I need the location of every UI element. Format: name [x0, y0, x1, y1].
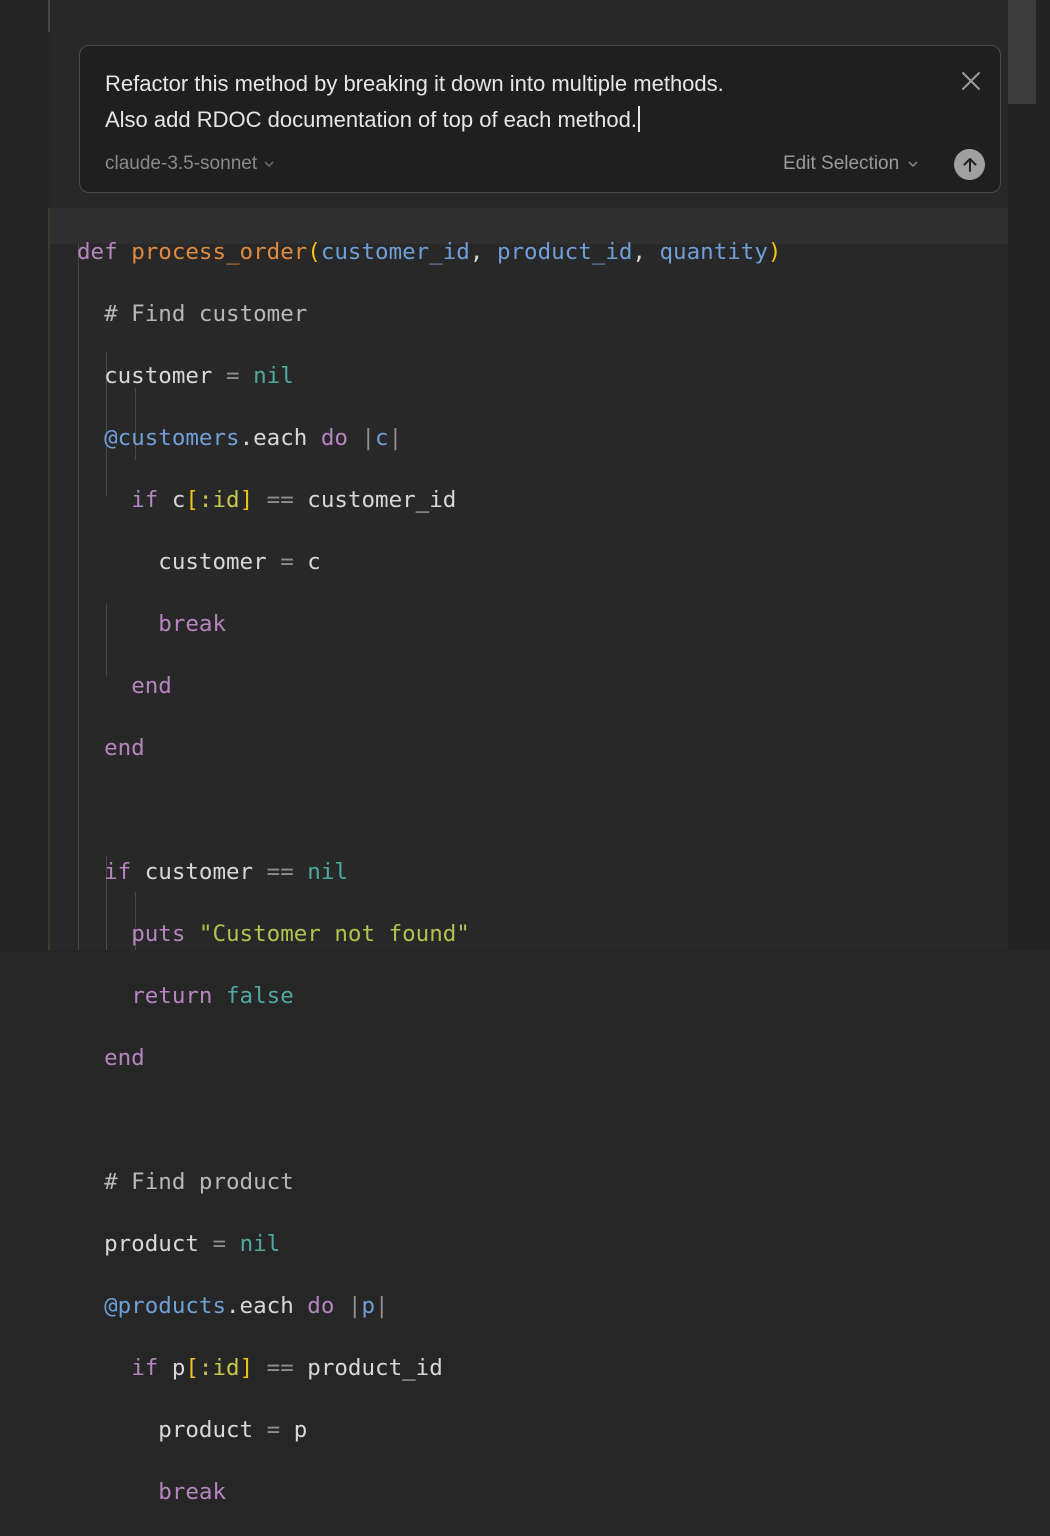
operator: == — [266, 487, 294, 513]
code-line: end — [77, 1040, 781, 1076]
variable: customer — [158, 549, 267, 575]
constant: nil — [239, 1231, 281, 1257]
code-line: customer = c — [77, 544, 781, 580]
arrow-up-icon — [963, 157, 976, 172]
instance-variable: @products — [104, 1293, 227, 1319]
operator: = — [266, 1417, 281, 1443]
operator: = — [226, 363, 240, 389]
symbol: :id — [198, 487, 240, 513]
prompt-line: Also add RDOC documentation of top of ea… — [105, 107, 637, 132]
variable: p — [171, 1355, 186, 1381]
keyword: return — [131, 983, 213, 1009]
string-literal: "Customer not found" — [198, 921, 470, 947]
model-label: claude-3.5-sonnet — [105, 153, 258, 174]
block-param: p — [361, 1293, 376, 1319]
paren: ) — [767, 239, 782, 265]
line-gutter — [0, 0, 48, 950]
prompt-line-with-caret: Also add RDOC documentation of top of ea… — [105, 102, 925, 138]
variable: customer_id — [307, 487, 457, 513]
comment: # Find product — [104, 1169, 294, 1195]
method-call: .each — [239, 425, 308, 451]
code-line: end — [77, 668, 781, 704]
variable: p — [293, 1417, 308, 1443]
variable: c — [171, 487, 186, 513]
code-line: end — [77, 730, 781, 766]
prompt-line: Refactor this method by breaking it down… — [105, 71, 724, 96]
constant: nil — [307, 859, 348, 885]
code-line: if p[:id] == product_id — [131, 1355, 443, 1381]
keyword: break — [158, 1479, 227, 1505]
variable: customer — [144, 859, 254, 885]
code-line: puts "Customer not found" — [77, 916, 781, 952]
selection-indicator — [48, 208, 50, 950]
scrollbar-track[interactable] — [1008, 0, 1050, 950]
edit-mode-label: Edit Selection — [783, 153, 900, 174]
code-line: # Find customer — [77, 296, 781, 332]
block-param: c — [375, 425, 389, 451]
code-line: @customers.each do |c| — [104, 425, 403, 451]
code-line: # Find product — [77, 1164, 781, 1200]
keyword: end — [104, 735, 145, 761]
chevron-down-icon — [264, 161, 274, 168]
code-line: break — [77, 1474, 781, 1510]
inline-edit-prompt[interactable]: Refactor this method by breaking it down… — [79, 45, 1001, 193]
keyword: puts — [131, 921, 186, 947]
chevron-down-icon — [908, 161, 918, 168]
param: customer_id — [320, 239, 470, 265]
operator: == — [266, 859, 294, 885]
keyword: end — [131, 673, 172, 699]
model-selector[interactable]: claude-3.5-sonnet — [105, 153, 275, 175]
constant: nil — [253, 363, 294, 389]
scrollbar-thumb[interactable] — [1008, 0, 1036, 104]
symbol: :id — [198, 1355, 240, 1381]
param: product_id — [496, 239, 633, 265]
variable: product — [158, 1417, 254, 1443]
paren: ( — [307, 239, 321, 265]
method-call: .each — [226, 1293, 294, 1319]
variable: product_id — [307, 1355, 443, 1381]
keyword: if — [131, 1355, 159, 1381]
keyword: do — [320, 425, 348, 451]
operator: = — [212, 1231, 227, 1257]
prompt-input[interactable]: Refactor this method by breaking it down… — [105, 66, 925, 138]
submit-button[interactable] — [954, 149, 985, 180]
constant: false — [226, 983, 294, 1009]
keyword: if — [131, 487, 159, 513]
operator: == — [266, 1355, 294, 1381]
code-line: break — [77, 606, 781, 642]
close-icon[interactable] — [958, 68, 984, 94]
instance-variable: @customers — [104, 425, 240, 451]
code-content: def process_order(customer_id, product_i… — [77, 208, 781, 1536]
code-line: return false — [77, 978, 781, 1014]
code-line: def process_order(customer_id, product_i… — [77, 239, 782, 265]
code-line: product = p — [77, 1412, 781, 1448]
keyword: do — [307, 1293, 335, 1319]
method-name: process_order — [131, 239, 308, 265]
operator: = — [280, 549, 294, 575]
keyword: break — [158, 611, 227, 637]
variable: product — [104, 1231, 199, 1257]
variable: c — [307, 549, 321, 575]
variable: customer — [104, 363, 213, 389]
code-line: @products.each do |p| — [104, 1293, 389, 1319]
keyword: if — [104, 859, 132, 885]
edit-mode-selector[interactable]: Edit Selection — [783, 153, 919, 175]
param: quantity — [659, 239, 768, 265]
text-caret — [637, 106, 640, 132]
keyword: def — [77, 239, 118, 265]
keyword: end — [104, 1045, 145, 1071]
code-line: if c[:id] == customer_id — [131, 487, 457, 513]
code-line: customer = nil — [77, 358, 781, 394]
code-line: product = nil — [77, 1226, 781, 1262]
code-line: if customer == nil — [77, 854, 781, 890]
comment: # Find customer — [104, 301, 308, 327]
